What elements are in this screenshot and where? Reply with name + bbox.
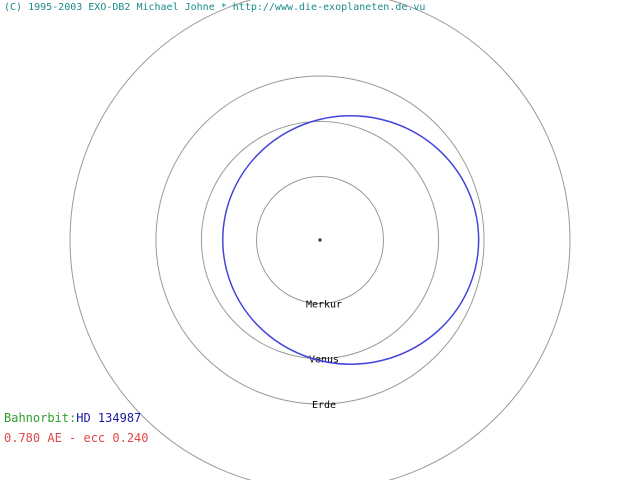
orbit-parameters: 0.780 AE - ecc 0.240 bbox=[4, 431, 149, 445]
orbit-diagram: MerkurVenusErdeMars bbox=[69, 0, 571, 484]
orbit-label-merkur: Merkur bbox=[306, 299, 342, 310]
orbit-caption-title: Bahnorbit:HD 134987 bbox=[4, 410, 141, 426]
copyright-text: (C) 1995-2003 EXO-DB2 Michael Johne * ht… bbox=[4, 2, 426, 13]
planet-orbit bbox=[222, 115, 480, 365]
star-name: HD 134987 bbox=[76, 411, 142, 425]
central-star-marker bbox=[318, 238, 322, 242]
orbit-diagram-canvas: MerkurVenusErdeMars (C) 1995-2003 EXO-DB… bbox=[0, 0, 640, 484]
orbit-caption-label: Bahnorbit: bbox=[4, 411, 77, 425]
orbit-label-erde: Erde bbox=[312, 400, 336, 411]
